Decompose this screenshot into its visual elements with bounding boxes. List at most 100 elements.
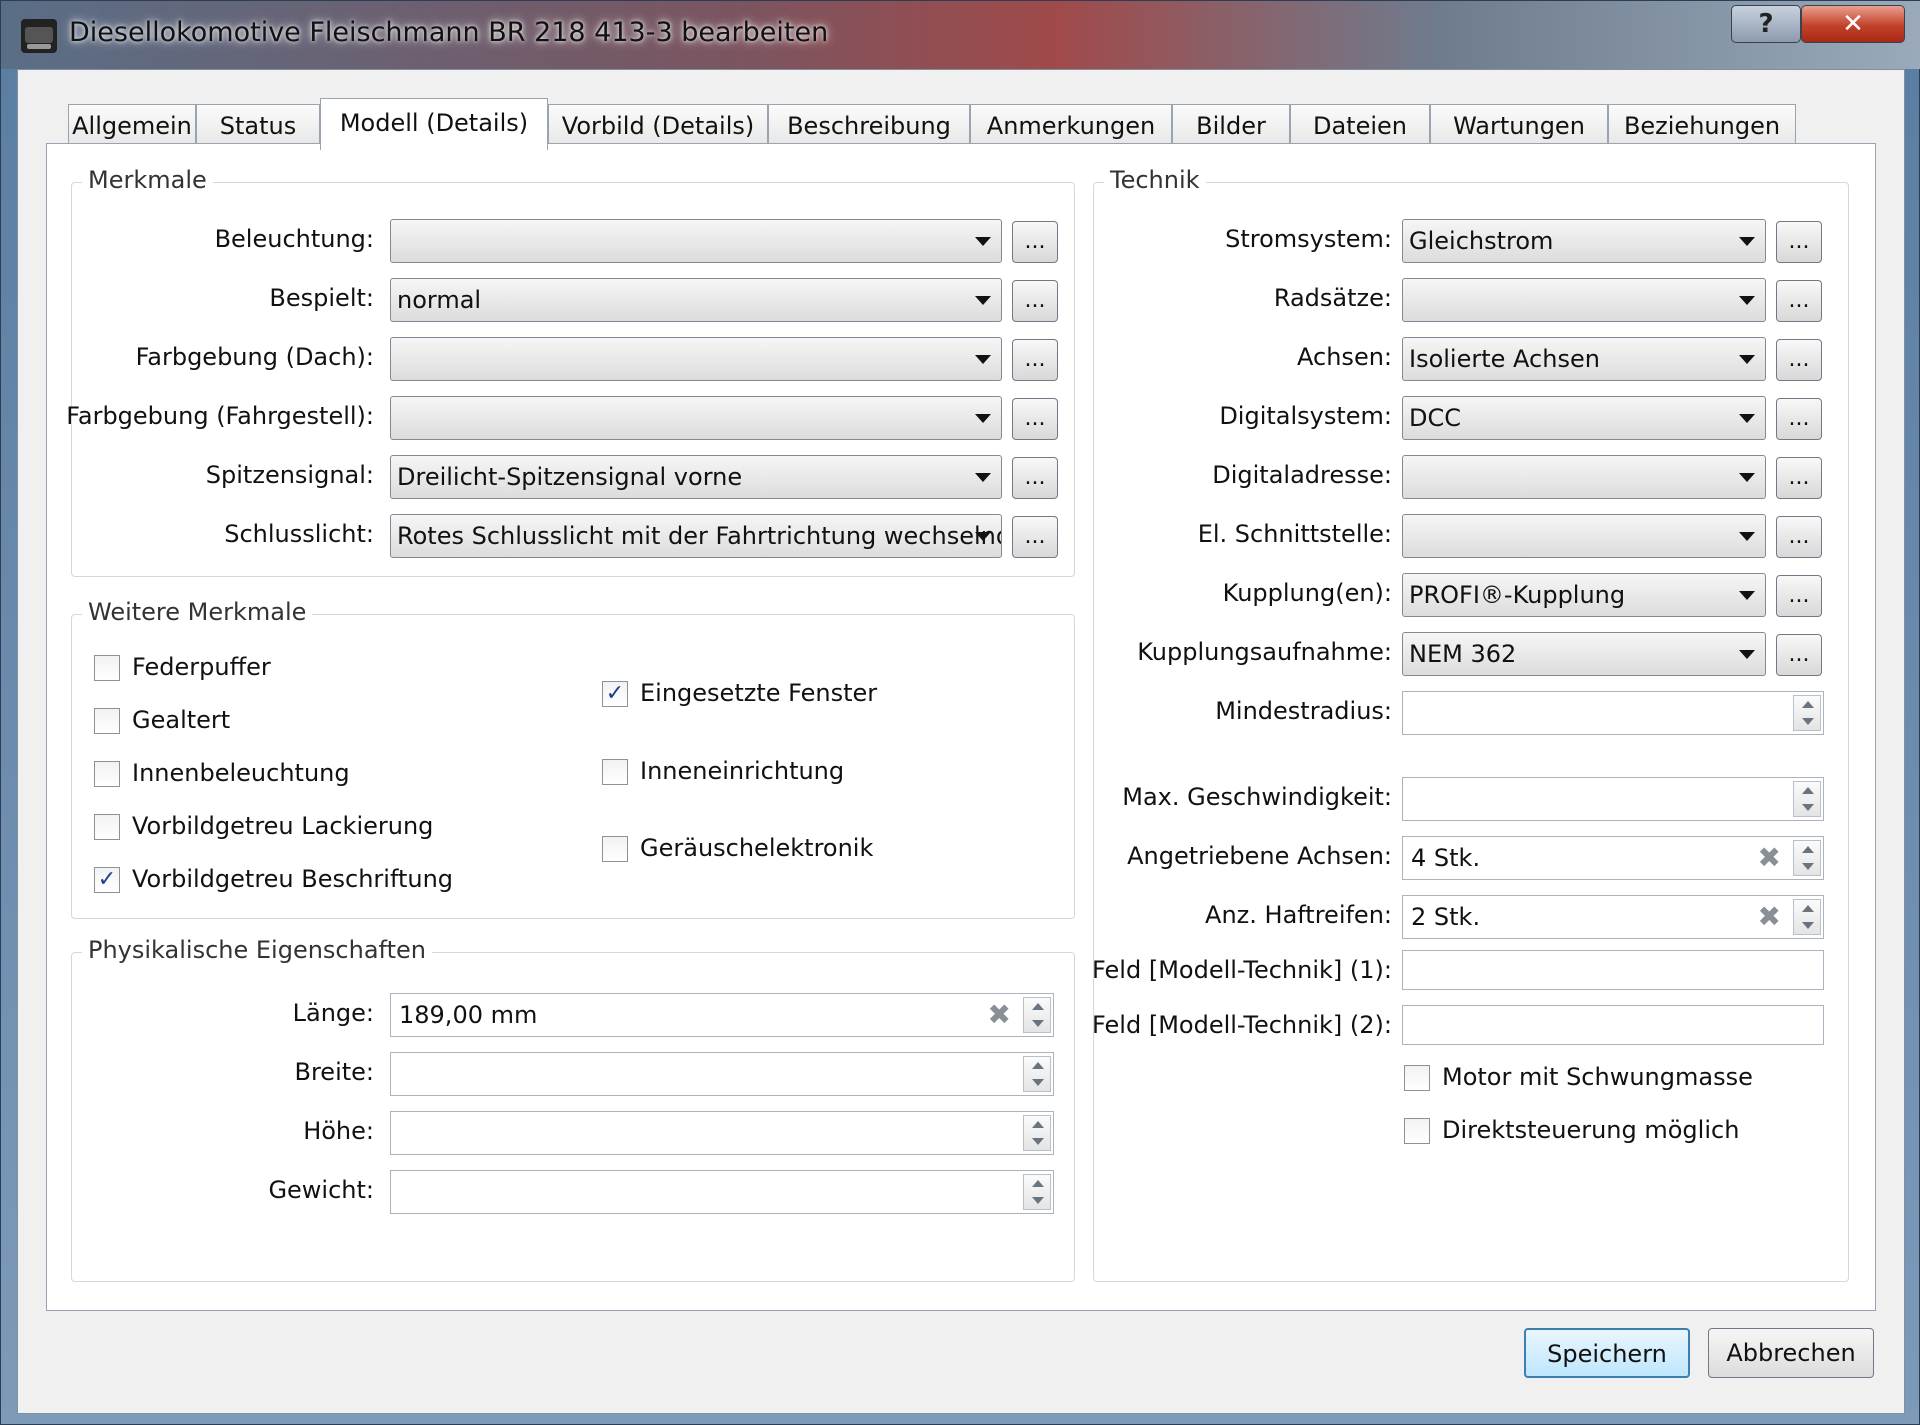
- label-el-schnittstelle: El. Schnittstelle:: [1197, 520, 1392, 548]
- checkbox-eingesetzte-fenster[interactable]: ✓: [602, 681, 628, 707]
- more-button-digitalsystem[interactable]: ...: [1776, 398, 1822, 440]
- tab-wartungen[interactable]: Wartungen: [1430, 104, 1608, 148]
- checkbox-label-vorbildgetreu-lackierung[interactable]: Vorbildgetreu Lackierung: [132, 812, 433, 840]
- tab-bilder[interactable]: Bilder: [1172, 104, 1290, 148]
- more-button-stromsystem[interactable]: ...: [1776, 221, 1822, 263]
- more-button-kupplungen[interactable]: ...: [1776, 575, 1822, 617]
- checkbox-vorbildgetreu-lackierung[interactable]: [94, 814, 120, 840]
- checkbox-direktsteuerung-moeglich[interactable]: [1404, 1118, 1430, 1144]
- combo-el-schnittstelle[interactable]: [1402, 514, 1766, 558]
- tab-status[interactable]: Status: [196, 104, 320, 148]
- clear-icon[interactable]: ✖: [1758, 896, 1781, 938]
- label-farbgebung-dach: Farbgebung (Dach):: [135, 343, 374, 371]
- combo-achsen[interactable]: Isolierte Achsen: [1402, 337, 1766, 381]
- more-button-kupplungsaufnahme[interactable]: ...: [1776, 634, 1822, 676]
- title-bar: Diesellokomotive Fleischmann BR 218 413-…: [1, 1, 1920, 69]
- label-feld-modell-technik-1: Feld [Modell-Technik] (1):: [1092, 956, 1392, 984]
- cancel-button[interactable]: Abbrechen: [1708, 1328, 1874, 1378]
- label-breite: Breite:: [294, 1058, 375, 1086]
- more-button-bespielt[interactable]: ...: [1012, 280, 1058, 322]
- combo-digitalsystem[interactable]: DCC: [1402, 396, 1766, 440]
- checkbox-label-inneneinrichtung[interactable]: Inneneinrichtung: [640, 757, 844, 785]
- tab-beschreibung[interactable]: Beschreibung: [768, 104, 970, 148]
- spin-arrows-icon[interactable]: [1793, 781, 1821, 817]
- combo-farbgebung-fahrgestell[interactable]: [390, 396, 1002, 440]
- checkbox-geraeuschelektronik[interactable]: [602, 836, 628, 862]
- save-button[interactable]: Speichern: [1524, 1328, 1690, 1378]
- close-button[interactable]: ✕: [1801, 5, 1905, 43]
- checkbox-motor-mit-schwungmasse[interactable]: [1404, 1065, 1430, 1091]
- spinbox-value: 2 Stk.: [1411, 903, 1481, 931]
- spin-arrows-icon[interactable]: [1023, 1115, 1051, 1151]
- combo-spitzensignal[interactable]: Dreilicht-Spitzensignal vorne: [390, 455, 1002, 499]
- checkbox-label-innenbeleuchtung[interactable]: Innenbeleuchtung: [132, 759, 350, 787]
- more-button-el-schnittstelle[interactable]: ...: [1776, 516, 1822, 558]
- combo-farbgebung-dach[interactable]: [390, 337, 1002, 381]
- checkbox-inneneinrichtung[interactable]: [602, 759, 628, 785]
- combo-beleuchtung[interactable]: [390, 219, 1002, 263]
- chevron-down-icon: [975, 296, 991, 305]
- combo-schlusslicht[interactable]: Rotes Schlusslicht mit der Fahrtrichtung…: [390, 514, 1002, 558]
- more-button-farbgebung-dach[interactable]: ...: [1012, 339, 1058, 381]
- input-feld-modell-technik-2[interactable]: [1402, 1005, 1824, 1045]
- spinbox-value: 4 Stk.: [1411, 844, 1481, 872]
- clear-icon[interactable]: ✖: [988, 994, 1011, 1036]
- tab-anmerkungen[interactable]: Anmerkungen: [970, 104, 1172, 148]
- spinbox-breite[interactable]: [390, 1052, 1054, 1096]
- checkbox-label-gealtert[interactable]: Gealtert: [132, 706, 230, 734]
- chevron-down-icon: [975, 532, 991, 541]
- more-button-achsen[interactable]: ...: [1776, 339, 1822, 381]
- spinbox-anz-haftreifen[interactable]: 2 Stk. ✖: [1402, 895, 1824, 939]
- checkbox-label-geraeuschelektronik[interactable]: Geräuschelektronik: [640, 834, 873, 862]
- checkbox-label-eingesetzte-fenster[interactable]: Eingesetzte Fenster: [640, 679, 877, 707]
- more-button-digitaladresse[interactable]: ...: [1776, 457, 1822, 499]
- spin-arrows-icon[interactable]: [1793, 840, 1821, 876]
- spinbox-max-geschwindigkeit[interactable]: [1402, 777, 1824, 821]
- combo-bespielt[interactable]: normal: [390, 278, 1002, 322]
- spinbox-angetriebene-achsen[interactable]: 4 Stk. ✖: [1402, 836, 1824, 880]
- input-feld-modell-technik-1[interactable]: [1402, 950, 1824, 990]
- more-button-farbgebung-fahrgestell[interactable]: ...: [1012, 398, 1058, 440]
- spin-arrows-icon[interactable]: [1023, 1056, 1051, 1092]
- tab-beziehungen[interactable]: Beziehungen: [1608, 104, 1796, 148]
- checkbox-label-vorbildgetreu-beschriftung[interactable]: Vorbildgetreu Beschriftung: [132, 865, 453, 893]
- checkbox-label-federpuffer[interactable]: Federpuffer: [132, 653, 271, 681]
- checkbox-gealtert[interactable]: [94, 708, 120, 734]
- tab-dateien[interactable]: Dateien: [1290, 104, 1430, 148]
- combo-kupplungen[interactable]: PROFI®-Kupplung: [1402, 573, 1766, 617]
- spinbox-mindestradius[interactable]: [1402, 691, 1824, 735]
- spin-arrows-icon[interactable]: [1023, 1174, 1051, 1210]
- chevron-down-icon: [1739, 532, 1755, 541]
- label-achsen: Achsen:: [1297, 343, 1392, 371]
- checkbox-label-direktsteuerung-moeglich[interactable]: Direktsteuerung möglich: [1442, 1116, 1739, 1144]
- tab-allgemein[interactable]: Allgemein: [68, 104, 196, 148]
- tab-modell-details[interactable]: Modell (Details): [320, 98, 548, 150]
- clear-icon[interactable]: ✖: [1758, 837, 1781, 879]
- checkbox-label-motor-mit-schwungmasse[interactable]: Motor mit Schwungmasse: [1442, 1063, 1753, 1091]
- help-button[interactable]: ?: [1731, 5, 1801, 43]
- spin-arrows-icon[interactable]: [1793, 899, 1821, 935]
- spin-arrows-icon[interactable]: [1793, 695, 1821, 731]
- combo-digitaladresse[interactable]: [1402, 455, 1766, 499]
- chevron-down-icon: [975, 414, 991, 423]
- combo-value: DCC: [1409, 404, 1461, 432]
- more-button-beleuchtung[interactable]: ...: [1012, 221, 1058, 263]
- label-gewicht: Gewicht:: [268, 1176, 374, 1204]
- spinbox-gewicht[interactable]: [390, 1170, 1054, 1214]
- checkbox-federpuffer[interactable]: [94, 655, 120, 681]
- combo-stromsystem[interactable]: Gleichstrom: [1402, 219, 1766, 263]
- group-merkmale: Merkmale Beleuchtung: ... Bespielt: norm…: [66, 166, 1075, 577]
- label-bespielt: Bespielt:: [269, 284, 374, 312]
- checkbox-vorbildgetreu-beschriftung[interactable]: ✓: [94, 867, 120, 893]
- spinbox-laenge[interactable]: 189,00 mm ✖: [390, 993, 1054, 1037]
- spin-arrows-icon[interactable]: [1023, 997, 1051, 1033]
- combo-kupplungsaufnahme[interactable]: NEM 362: [1402, 632, 1766, 676]
- combo-radsaetze[interactable]: [1402, 278, 1766, 322]
- more-button-schlusslicht[interactable]: ...: [1012, 516, 1058, 558]
- tab-vorbild-details[interactable]: Vorbild (Details): [548, 104, 768, 148]
- more-button-spitzensignal[interactable]: ...: [1012, 457, 1058, 499]
- more-button-radsaetze[interactable]: ...: [1776, 280, 1822, 322]
- spinbox-hoehe[interactable]: [390, 1111, 1054, 1155]
- label-farbgebung-fahrgestell: Farbgebung (Fahrgestell):: [66, 402, 374, 430]
- checkbox-innenbeleuchtung[interactable]: [94, 761, 120, 787]
